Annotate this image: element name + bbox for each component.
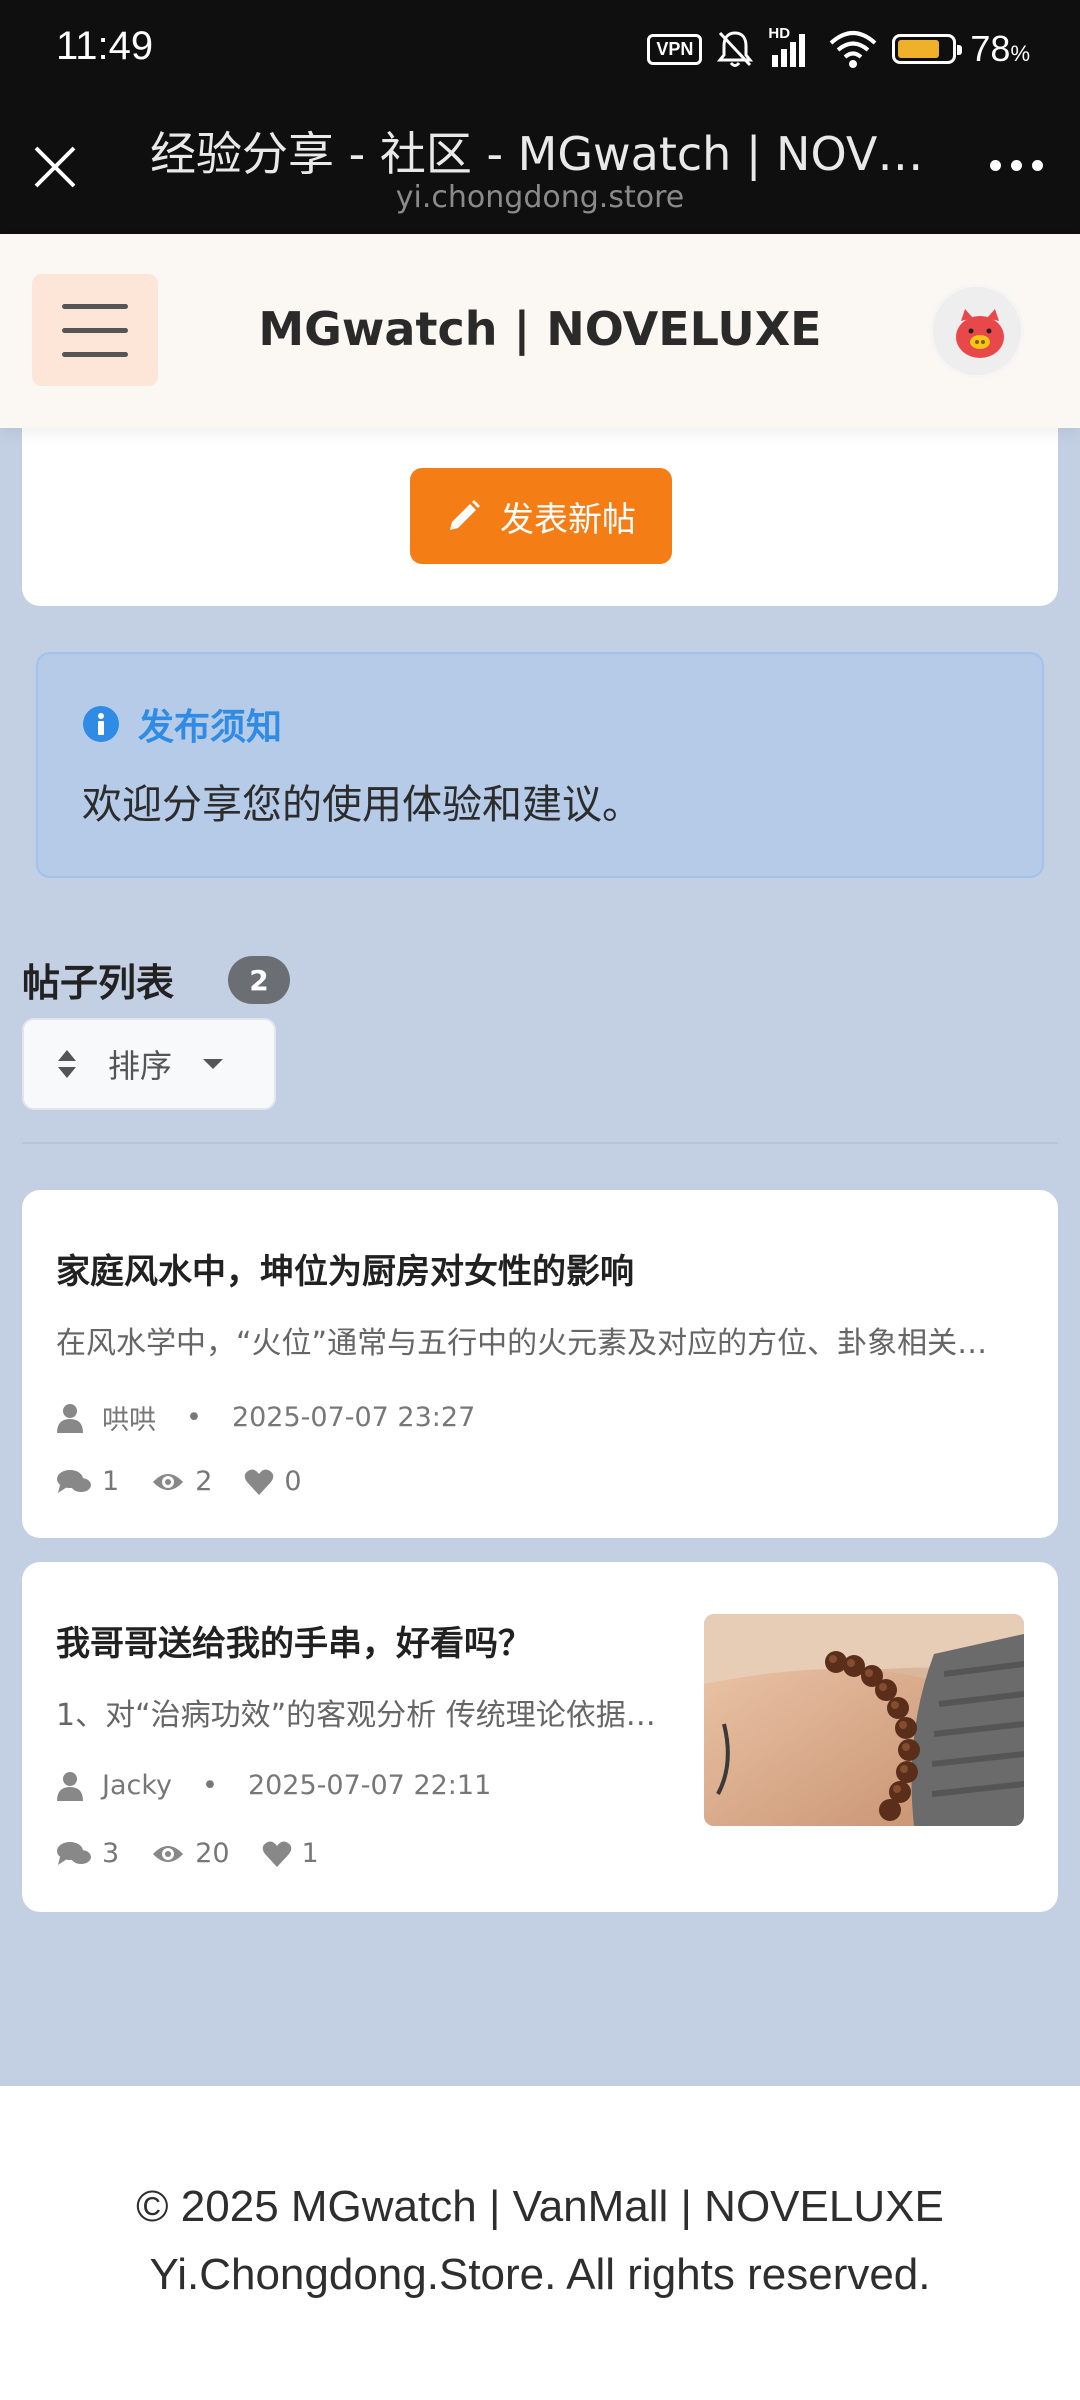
post-meta: Jacky • 2025-07-07 22:11 (56, 1770, 491, 1801)
bell-muted-icon (717, 31, 754, 67)
close-icon[interactable] (28, 140, 82, 194)
new-post-button[interactable]: 发表新帖 (410, 468, 672, 564)
more-options-icon[interactable] (990, 150, 1050, 180)
post-meta: 哄哄 • 2025-07-07 23:27 (56, 1398, 475, 1437)
post-count-badge: 2 (228, 956, 290, 1004)
meta-separator: • (202, 1770, 218, 1801)
new-post-card: 发表新帖 (22, 400, 1058, 606)
divider (22, 1142, 1058, 1144)
status-icons: VPN HD 78% (647, 22, 1030, 76)
post-excerpt: 在风水学中，“火位”通常与五行中的火元素及对应的方位、卦象相关，坤位在八卦中属坤… (56, 1326, 1006, 1361)
caret-down-icon (203, 1059, 224, 1069)
sort-dropdown-button[interactable]: 排序 (22, 1018, 276, 1110)
user-icon (57, 1771, 83, 1801)
vpn-icon: VPN (647, 33, 703, 65)
post-title[interactable]: 我哥哥送给我的手串，好看吗？ (56, 1616, 532, 1665)
footer: © 2025 MGwatch | VanMall | NOVELUXE Yi.C… (0, 2086, 1080, 2400)
battery-level (898, 40, 939, 58)
info-icon (83, 706, 119, 742)
footer-copyright: © 2025 MGwatch | VanMall | NOVELUXE (136, 2182, 944, 2231)
sort-label: 排序 (108, 1047, 173, 1085)
status-bar: 11:49 VPN HD 78% (0, 0, 1080, 100)
notice-header: 发布须知 (82, 698, 282, 750)
comments-icon (57, 1841, 91, 1865)
signal-icon: HD (768, 25, 814, 69)
avatar[interactable] (930, 284, 1024, 378)
comments-icon (57, 1469, 91, 1493)
post-list-title: 帖子列表 (22, 961, 175, 1005)
comment-count: 3 (102, 1838, 120, 1869)
pencil-icon (450, 500, 480, 530)
battery-percent: 78% (970, 28, 1030, 69)
site-header: MGwatch | NOVELUXE (0, 234, 1080, 428)
post-datetime: 2025-07-07 22:11 (247, 1770, 492, 1801)
post-card[interactable]: 家庭风水中，坤位为厨房对女性的影响 在风水学中，“火位”通常与五行中的火元素及对… (22, 1190, 1058, 1538)
eye-icon (153, 1845, 184, 1862)
new-post-label: 发表新帖 (500, 499, 636, 540)
heart-icon[interactable] (262, 1840, 292, 1868)
user-icon (57, 1403, 83, 1433)
heart-icon[interactable] (244, 1468, 274, 1496)
like-count: 1 (301, 1838, 319, 1869)
eye-icon (153, 1473, 184, 1490)
post-excerpt: 1、对“治病功效”的客观分析 传统理论依据与现代科学观点 (56, 1698, 656, 1733)
post-datetime: 2025-07-07 23:27 (231, 1402, 476, 1433)
post-author[interactable]: Jacky (102, 1770, 172, 1801)
browser-page-title: 经验分享 - 社区 - MGwatch | NOVELUXE (150, 127, 930, 181)
meta-separator: • (186, 1402, 202, 1433)
notice-title: 发布须知 (138, 707, 283, 748)
post-stats: 1 2 0 (56, 1466, 302, 1497)
sort-icon (58, 1050, 76, 1078)
post-thumbnail-bracelet-image[interactable] (704, 1614, 1024, 1826)
comment-count: 1 (102, 1466, 120, 1497)
post-author[interactable]: 哄哄 (102, 1398, 156, 1437)
footer-rights: Yi.Chongdong.Store. All rights reserved. (149, 2250, 931, 2299)
notice-body: 欢迎分享您的使用体验和建议。 (82, 782, 642, 828)
browser-url[interactable]: yi.chongdong.store (150, 180, 930, 215)
posting-notice: 发布须知 欢迎分享您的使用体验和建议。 (36, 652, 1044, 878)
post-stats: 3 20 1 (56, 1838, 319, 1869)
like-count: 0 (284, 1466, 302, 1497)
wifi-icon (830, 31, 877, 68)
post-title[interactable]: 家庭风水中，坤位为厨房对女性的影响 (56, 1244, 634, 1293)
view-count: 20 (195, 1838, 230, 1869)
battery-icon (892, 34, 963, 64)
pig-avatar-icon (933, 287, 1021, 375)
status-time: 11:49 (56, 24, 154, 68)
view-count: 2 (195, 1466, 213, 1497)
browser-toolbar: 经验分享 - 社区 - MGwatch | NOVELUXE yi.chongd… (0, 100, 1080, 234)
post-card[interactable]: 我哥哥送给我的手串，好看吗？ 1、对“治病功效”的客观分析 传统理论依据与现代科… (22, 1562, 1058, 1912)
site-title[interactable]: MGwatch | NOVELUXE (0, 302, 1080, 356)
